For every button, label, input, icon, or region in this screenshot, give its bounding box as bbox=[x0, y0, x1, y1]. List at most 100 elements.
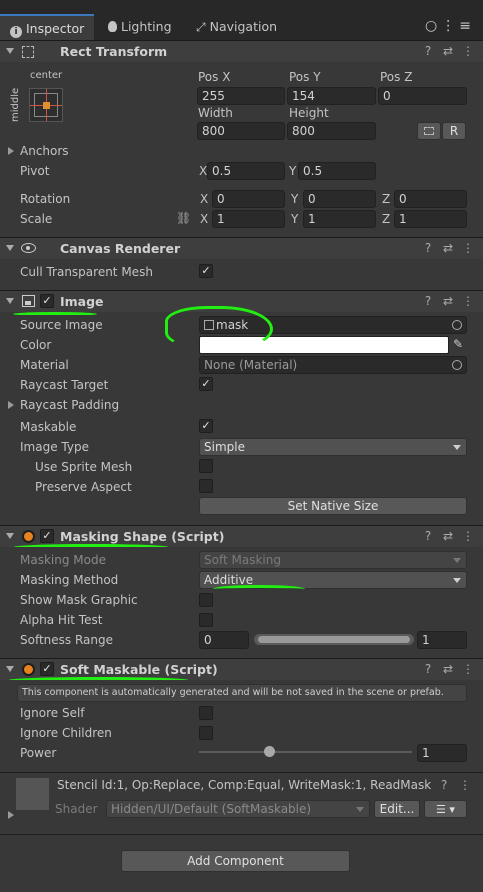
maskable-label: Maskable bbox=[20, 420, 77, 434]
fold-arrow-icon[interactable] bbox=[6, 245, 14, 251]
use-sprite-mesh-label: Use Sprite Mesh bbox=[35, 460, 133, 474]
masking-mode-dropdown: Soft Masking bbox=[199, 551, 467, 569]
link-icon[interactable]: ⛓ bbox=[176, 211, 191, 225]
softness-min-field[interactable]: 0 bbox=[199, 631, 249, 649]
preset-icon: ⇄ bbox=[442, 662, 454, 676]
menu-icon: ⋮ bbox=[462, 662, 474, 676]
component-enabled-checkbox[interactable]: ✓ bbox=[40, 294, 54, 308]
component-header-icons[interactable]: ? ⇄ ⋮ bbox=[415, 44, 475, 58]
width-field[interactable]: 800 bbox=[197, 122, 285, 140]
eyedropper-icon[interactable]: ✎ bbox=[453, 337, 463, 351]
maskable-checkbox[interactable]: ✓ bbox=[199, 419, 213, 433]
shader-label: Shader bbox=[55, 802, 98, 816]
component-header-icons[interactable]: ? ⇄ ⋮ bbox=[415, 294, 475, 308]
pos-y-field[interactable]: 154 bbox=[287, 87, 376, 105]
ignore-children-label: Ignore Children bbox=[20, 726, 112, 740]
raycast-target-checkbox[interactable]: ✓ bbox=[199, 377, 213, 391]
component-title: Masking Shape (Script) bbox=[60, 529, 225, 544]
shader-edit-button[interactable]: Edit... bbox=[374, 800, 420, 818]
material-field[interactable]: None (Material) bbox=[199, 356, 467, 374]
fold-arrow-icon[interactable] bbox=[6, 533, 14, 539]
rot-x-field[interactable]: 0 bbox=[212, 190, 285, 208]
image-type-value: Simple bbox=[204, 440, 245, 454]
tab-lighting[interactable]: Lighting bbox=[104, 14, 172, 40]
ignore-children-checkbox[interactable] bbox=[199, 726, 213, 740]
material-help-icon[interactable]: ? bbox=[441, 778, 447, 792]
use-sprite-mesh-checkbox[interactable] bbox=[199, 459, 213, 473]
fold-arrow-icon[interactable] bbox=[6, 48, 14, 54]
pos-x-label: Pos X bbox=[198, 70, 231, 84]
preset-icon: ⇄ bbox=[442, 241, 454, 255]
annotation-underline-masking-shape bbox=[14, 544, 168, 550]
component-header-icons[interactable]: ? ⇄ ⋮ bbox=[415, 241, 475, 255]
script-icon bbox=[22, 530, 35, 543]
annotation-underline-additive bbox=[213, 585, 305, 593]
shader-dropdown: Hidden/UI/Default (SoftMaskable) bbox=[106, 800, 370, 818]
scale-y-field[interactable]: 1 bbox=[303, 210, 376, 228]
width-label: Width bbox=[198, 106, 233, 120]
scale-z-field[interactable]: 1 bbox=[394, 210, 467, 228]
tab-navigation[interactable]: ⤢ Navigation bbox=[192, 14, 277, 40]
component-enabled-checkbox[interactable]: ✓ bbox=[40, 662, 54, 676]
tab-inspector[interactable]: i Inspector bbox=[0, 14, 94, 40]
pivot-y-field[interactable]: 0.5 bbox=[298, 162, 376, 180]
add-component-divider bbox=[0, 834, 483, 835]
scale-x-field[interactable]: 1 bbox=[212, 210, 285, 228]
raycast-padding-label[interactable]: Raycast Padding bbox=[20, 398, 119, 412]
shader-options-button[interactable]: ☰ ▾ bbox=[424, 800, 467, 818]
window-menu-icons[interactable]: ○⋮≡ bbox=[425, 18, 475, 34]
rot-z-field[interactable]: 0 bbox=[394, 190, 467, 208]
pivot-y-axis: Y bbox=[289, 164, 297, 178]
show-mask-graphic-checkbox[interactable] bbox=[199, 593, 213, 607]
softness-range-slider[interactable] bbox=[254, 634, 414, 645]
menu-icon: ⋮ bbox=[462, 529, 474, 543]
preserve-aspect-checkbox[interactable] bbox=[199, 479, 213, 493]
power-field[interactable]: 1 bbox=[417, 744, 467, 762]
canvas-renderer-header[interactable]: Canvas Renderer ? ⇄ ⋮ bbox=[0, 237, 483, 259]
tab-bar: i Inspector Lighting ⤢ Navigation ○⋮≡ bbox=[0, 0, 483, 40]
rot-y-field[interactable]: 0 bbox=[303, 190, 376, 208]
info-box: This component is automatically generate… bbox=[17, 684, 467, 702]
ignore-self-checkbox[interactable] bbox=[199, 706, 213, 720]
power-slider-track[interactable] bbox=[199, 751, 412, 753]
help-icon: ? bbox=[424, 44, 432, 58]
cull-transparent-label: Cull Transparent Mesh bbox=[20, 265, 153, 279]
pos-y-label: Pos Y bbox=[289, 70, 321, 84]
rot-y-axis: Y bbox=[291, 192, 299, 206]
component-enabled-checkbox[interactable]: ✓ bbox=[40, 529, 54, 543]
blueprint-mode-button[interactable] bbox=[417, 122, 441, 140]
material-label: Material bbox=[20, 358, 69, 372]
raw-edit-button[interactable]: R bbox=[442, 122, 466, 140]
rect-transform-header[interactable]: Rect Transform ? ⇄ ⋮ bbox=[0, 40, 483, 62]
material-fold-icon[interactable] bbox=[8, 811, 14, 819]
stencil-info: Stencil Id:1, Op:Replace, Comp:Equal, Wr… bbox=[57, 778, 432, 792]
eye-icon bbox=[21, 243, 36, 253]
set-native-size-button[interactable]: Set Native Size bbox=[199, 497, 467, 515]
add-component-button[interactable]: Add Component bbox=[121, 850, 350, 872]
cull-transparent-checkbox[interactable]: ✓ bbox=[199, 264, 213, 278]
chevron-down-icon bbox=[356, 807, 364, 812]
object-picker-icon[interactable] bbox=[452, 320, 462, 330]
object-picker-icon[interactable] bbox=[452, 360, 462, 370]
pos-x-field[interactable]: 255 bbox=[197, 87, 285, 105]
alpha-hit-test-checkbox[interactable] bbox=[199, 613, 213, 627]
anchors-label[interactable]: Anchors bbox=[20, 144, 69, 158]
anchor-preset-button[interactable] bbox=[29, 88, 63, 122]
component-header-icons[interactable]: ? ⇄ ⋮ bbox=[415, 662, 475, 676]
power-slider-thumb[interactable] bbox=[264, 746, 276, 757]
navigation-icon: ⤢ bbox=[196, 20, 206, 34]
component-header-icons[interactable]: ? ⇄ ⋮ bbox=[415, 529, 475, 543]
preset-icon: ⇄ bbox=[442, 44, 454, 58]
pos-z-field[interactable]: 0 bbox=[378, 87, 467, 105]
height-field[interactable]: 800 bbox=[287, 122, 376, 140]
raycast-padding-fold-icon[interactable] bbox=[8, 401, 14, 409]
fold-arrow-icon[interactable] bbox=[6, 298, 14, 304]
material-menu-icon[interactable]: ⋮ bbox=[459, 778, 471, 792]
anchors-fold-icon[interactable] bbox=[8, 147, 14, 155]
fold-arrow-icon[interactable] bbox=[6, 666, 14, 672]
image-type-dropdown[interactable]: Simple bbox=[199, 438, 467, 456]
rect-transform-icon bbox=[22, 46, 34, 58]
pivot-x-field[interactable]: 0.5 bbox=[207, 162, 285, 180]
softness-max-field[interactable]: 1 bbox=[417, 631, 467, 649]
component-title: Soft Maskable (Script) bbox=[60, 662, 218, 677]
